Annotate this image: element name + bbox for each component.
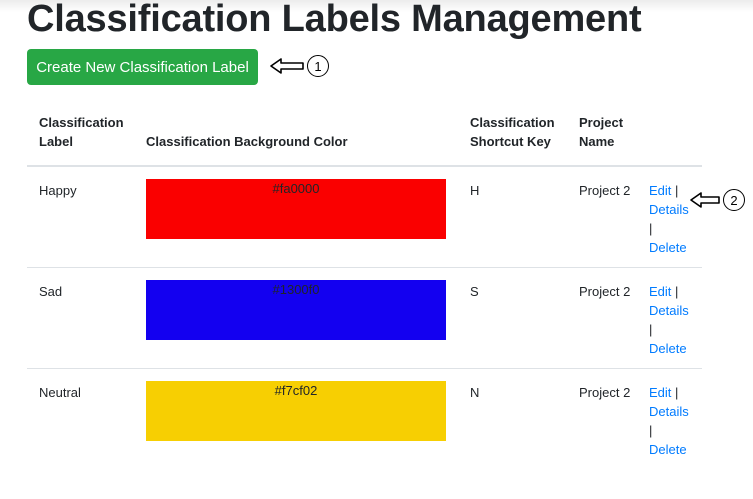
separator: | [675, 385, 679, 400]
delete-link[interactable]: Delete [649, 442, 687, 457]
cell-color: #fa0000 [134, 166, 458, 268]
cell-actions: Edit | Details | Delete [637, 369, 702, 470]
color-swatch: #fa0000 [146, 179, 446, 239]
table-header-row: Classification Label Classification Back… [27, 107, 702, 167]
cell-label: Happy [39, 183, 77, 198]
details-link[interactable]: Details [649, 303, 689, 318]
table-row: Sad #1300f0 S Project 2 Edit | Details | Delete [27, 268, 702, 369]
callout-number: 1 [307, 55, 329, 77]
edit-link[interactable]: Edit [649, 183, 671, 198]
header-color: Classification Background Color [134, 107, 458, 167]
separator: | [675, 183, 679, 198]
separator: | [649, 322, 653, 337]
page-title: Classification Labels Management [27, 0, 642, 40]
cell-shortcut: S [470, 284, 479, 299]
header-label: Classification Label [27, 107, 134, 167]
table-row: Neutral #f7cf02 N Project 2 Edit | Details | De… [27, 369, 702, 470]
details-link[interactable]: Details [649, 202, 689, 217]
left-arrow-icon [270, 58, 304, 74]
create-label-button[interactable]: Create New Classification Label [27, 49, 258, 85]
table-row: Happy #fa0000 H Project 2 Edit | Details | Dele… [27, 166, 702, 268]
delete-link[interactable]: Delete [649, 240, 687, 255]
color-swatch: #1300f0 [146, 280, 446, 340]
callout-number: 2 [723, 189, 745, 211]
header-project: Project Name [567, 107, 637, 167]
separator: | [649, 423, 653, 438]
cell-color: #f7cf02 [134, 369, 458, 470]
edit-link[interactable]: Edit [649, 385, 671, 400]
cell-project: Project 2 [579, 284, 631, 299]
cell-label: Neutral [39, 385, 81, 400]
cell-project: Project 2 [579, 385, 631, 400]
header-actions [637, 107, 702, 167]
color-swatch: #f7cf02 [146, 381, 446, 441]
separator: | [675, 284, 679, 299]
edit-link[interactable]: Edit [649, 284, 671, 299]
cell-label: Sad [39, 284, 63, 299]
delete-link[interactable]: Delete [649, 341, 687, 356]
separator: | [649, 221, 653, 236]
cell-actions: Edit | Details | Delete [637, 268, 702, 369]
callout-1: 1 [270, 55, 329, 77]
details-link[interactable]: Details [649, 404, 689, 419]
cell-project: Project 2 [579, 183, 631, 198]
cell-shortcut: H [470, 183, 480, 198]
cell-color: #1300f0 [134, 268, 458, 369]
header-shortcut: Classification Shortcut Key [458, 107, 567, 167]
labels-table: Classification Label Classification Back… [27, 107, 702, 469]
cell-actions: Edit | Details | Delete [637, 166, 702, 268]
cell-shortcut: N [470, 385, 480, 400]
